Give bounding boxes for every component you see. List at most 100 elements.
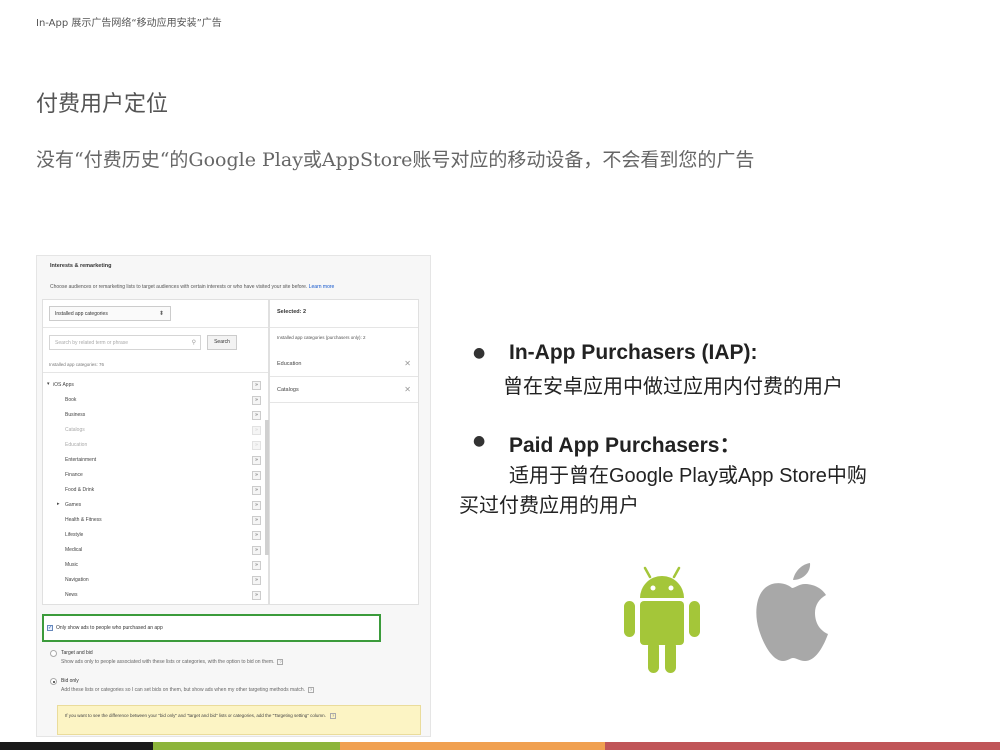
category-label: Navigation: [65, 577, 89, 583]
category-row[interactable]: Music »: [43, 558, 269, 573]
category-label: Games: [65, 502, 82, 508]
divider: [43, 372, 268, 373]
dropdown-value: Installed app categories: [55, 311, 108, 317]
category-row[interactable]: Food & Drink »: [43, 483, 269, 498]
add-category-button[interactable]: »: [252, 471, 261, 480]
bullet-title: In-App Purchasers (IAP):: [509, 341, 758, 364]
selected-item: Catalogs ✕: [270, 378, 418, 403]
panel-title: Interests & remarketing: [50, 263, 112, 269]
add-category-button[interactable]: »: [252, 561, 261, 570]
learn-more-link[interactable]: Learn more: [309, 284, 335, 290]
add-category-button[interactable]: »: [252, 516, 261, 525]
search-button[interactable]: Search: [207, 335, 237, 350]
category-label: News: [65, 592, 78, 598]
panel-description-text: Choose audiences or remarketing lists to…: [50, 284, 308, 290]
help-icon[interactable]: ?: [308, 687, 315, 693]
selected-item-label: Catalogs: [277, 387, 299, 393]
remove-icon[interactable]: ✕: [404, 359, 411, 368]
category-row[interactable]: Entertainment »: [43, 453, 269, 468]
target-and-bid-label: Target and bid: [61, 650, 93, 656]
category-list: ▾ iOS Apps» Book» Business» Catalogs» Educati…: [43, 378, 269, 603]
radio-button-selected[interactable]: [50, 678, 57, 685]
category-label: Food & Drink: [65, 487, 95, 493]
selected-column: Selected: 2 Installed app categories (pu…: [269, 299, 419, 605]
category-label: Business: [65, 412, 86, 418]
add-category-button[interactable]: »: [252, 396, 261, 405]
footer-color-bar: [0, 742, 1000, 750]
info-note: If you want to see the difference betwee…: [57, 705, 421, 735]
target-and-bid-desc: Show ads only to people associated with …: [61, 659, 284, 665]
category-label: Entertainment: [65, 457, 97, 463]
bid-only-desc: Add these lists or categories so I can s…: [61, 687, 315, 693]
checkbox-checked-icon[interactable]: ✓: [47, 625, 53, 631]
bullet-text: 曾在安卓应用中做过应用内付费的用户: [503, 374, 843, 398]
category-row[interactable]: News »: [43, 588, 269, 603]
add-category-button[interactable]: »: [252, 381, 261, 390]
footer-segment: [605, 742, 1000, 750]
category-row[interactable]: ▸ Games »: [43, 498, 269, 513]
category-label: Music: [65, 562, 79, 568]
collapsed-arrow-icon[interactable]: ▸: [57, 501, 60, 507]
help-icon[interactable]: ?: [277, 659, 284, 665]
android-icon: [624, 566, 700, 673]
category-count: Installed app categories: 76: [49, 362, 105, 367]
remove-icon[interactable]: ✕: [404, 385, 411, 394]
footer-segment: [340, 742, 605, 750]
bullet-dot-icon: ●: [473, 345, 486, 361]
search-input[interactable]: Search by related term or phrase ⚲: [49, 335, 201, 350]
category-row[interactable]: Finance »: [43, 468, 269, 483]
category-label: iOS Apps: [53, 382, 74, 388]
add-category-button[interactable]: »: [252, 576, 261, 585]
bullet-title: Paid App Purchasers：: [509, 434, 741, 457]
add-category-button[interactable]: »: [252, 441, 261, 450]
search-icon: ⚲: [191, 340, 196, 346]
categories-column: Installed app categories ⬍ Search by rel…: [42, 299, 269, 605]
category-label: Book: [65, 397, 77, 403]
category-label: Education: [65, 442, 88, 448]
selected-item: Education ✕: [270, 352, 418, 377]
category-row[interactable]: Book »: [43, 393, 269, 408]
category-row[interactable]: Education »: [43, 438, 269, 453]
bullet-text: 适用于曾在Google Play或App Store中购: [509, 465, 867, 487]
bullet-dot-icon: ●: [473, 433, 486, 449]
purchasers-only-option[interactable]: ✓ Only show ads to people who purchased …: [42, 614, 381, 642]
add-category-button[interactable]: »: [252, 486, 261, 495]
bid-only-desc-text: Add these lists or categories so I can s…: [61, 687, 306, 693]
category-row[interactable]: ▾ iOS Apps »: [43, 378, 269, 393]
add-category-button[interactable]: »: [252, 591, 261, 600]
slide-subtitle: 没有“付费历史“的Google Play或AppStore账号对应的移动设备，不…: [36, 149, 755, 171]
info-note-text: If you want to see the difference betwee…: [65, 713, 326, 718]
search-placeholder: Search by related term or phrase: [55, 340, 129, 346]
bid-only-label: Bid only: [61, 678, 79, 684]
footer-segment: [153, 742, 340, 750]
category-label: Medical: [65, 547, 83, 553]
updown-caret-icon: ⬍: [158, 311, 164, 317]
category-type-dropdown[interactable]: Installed app categories ⬍: [49, 306, 171, 321]
add-category-button[interactable]: »: [252, 411, 261, 420]
divider: [43, 327, 268, 328]
category-row[interactable]: Navigation »: [43, 573, 269, 588]
divider: [270, 327, 418, 328]
category-row[interactable]: Health & Fitness »: [43, 513, 269, 528]
category-row[interactable]: Medical »: [43, 543, 269, 558]
footer-segment: [0, 742, 153, 750]
category-label: Health & Fitness: [65, 517, 102, 523]
category-label: Catalogs: [65, 427, 85, 433]
add-category-button[interactable]: »: [252, 456, 261, 465]
selected-subheader: Installed app categories (purchasers onl…: [277, 335, 366, 340]
bullet-text: 买过付费应用的用户: [459, 493, 639, 517]
add-category-button[interactable]: »: [252, 531, 261, 540]
category-row[interactable]: Catalogs »: [43, 423, 269, 438]
apple-icon: [756, 563, 828, 661]
slide-header: In-App 展示广告网络“移动应用安装”广告: [36, 18, 222, 29]
add-category-button[interactable]: »: [252, 426, 261, 435]
selected-count: Selected: 2: [277, 309, 307, 315]
category-row[interactable]: Lifestyle »: [43, 528, 269, 543]
category-row[interactable]: Business »: [43, 408, 269, 423]
targeting-screenshot-panel: Interests & remarketing Choose audiences…: [36, 255, 431, 737]
radio-button[interactable]: [50, 650, 57, 657]
expand-arrow-icon[interactable]: ▾: [47, 381, 50, 387]
help-icon[interactable]: ?: [330, 713, 337, 719]
add-category-button[interactable]: »: [252, 501, 261, 510]
add-category-button[interactable]: »: [252, 546, 261, 555]
